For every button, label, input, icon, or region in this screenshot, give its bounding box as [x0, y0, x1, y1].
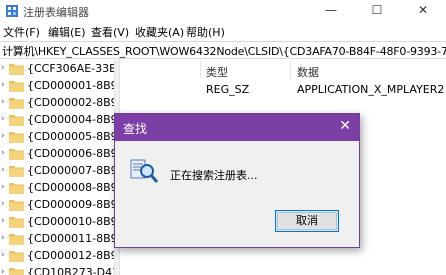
- tree-item-label: {CD000002-8B9: [27, 96, 114, 109]
- folder-icon: [9, 234, 24, 245]
- value-type-cell[interactable]: REG_SZ: [206, 83, 249, 96]
- column-header-data[interactable]: 数据: [297, 64, 319, 80]
- tree-item-label: {CD000011-8B9: [27, 232, 114, 245]
- menu-help[interactable]: 帮助(H): [186, 24, 225, 40]
- tree-item-label: {CD000006-8B9: [27, 147, 114, 160]
- menu-view[interactable]: 查看(V): [91, 24, 129, 40]
- column-header-type[interactable]: 类型: [206, 64, 228, 80]
- minimize-button[interactable]: —: [308, 0, 354, 22]
- folder-icon: [9, 251, 24, 262]
- folder-icon: [9, 217, 24, 228]
- dialog-title: 查找: [123, 122, 148, 136]
- tree-item[interactable]: › {CD000012-8B9: [0, 247, 114, 265]
- expand-arrow-icon[interactable]: ›: [1, 199, 5, 209]
- folder-icon: [9, 149, 24, 160]
- folder-icon: [9, 64, 24, 75]
- tree-item[interactable]: › {CD000005-8B9: [0, 128, 114, 146]
- tree-item-label: {CD000012-8B9: [27, 249, 114, 262]
- find-dialog: 查找 ✕ 正在搜索注册表... 取消: [114, 113, 360, 248]
- value-data-cell[interactable]: APPLICATION_X_MPLAYER2 M: [297, 83, 446, 96]
- menu-file[interactable]: 文件(F): [3, 24, 40, 40]
- tree-item-label: {CD10B273-D43: [27, 266, 114, 275]
- tree-item[interactable]: › {CCF306AE-33BI: [0, 60, 114, 78]
- tree-item-label: {CD000007-8B9: [27, 164, 114, 177]
- maximize-button[interactable]: ☐: [354, 0, 400, 22]
- tree-item[interactable]: › {CD000010-8B9: [0, 213, 114, 231]
- cancel-button[interactable]: 取消: [275, 210, 339, 232]
- expand-arrow-icon[interactable]: ›: [1, 233, 5, 243]
- key-tree[interactable]: › {CCF306AE-33BI › {CD000001-8B9 › {CD00…: [0, 60, 114, 275]
- tree-item[interactable]: › {CD000008-8B9: [0, 179, 114, 197]
- tree-item[interactable]: › {CD000001-8B9: [0, 77, 114, 95]
- dialog-message: 正在搜索注册表...: [170, 169, 258, 182]
- tree-item[interactable]: › {CD000011-8B9: [0, 230, 114, 248]
- expand-arrow-icon[interactable]: ›: [1, 165, 5, 175]
- regedit-app-icon: [6, 5, 18, 17]
- window-title: 注册表编辑器: [23, 6, 89, 19]
- folder-icon: [9, 98, 24, 109]
- expand-arrow-icon[interactable]: ›: [1, 131, 5, 141]
- expand-arrow-icon[interactable]: ›: [1, 250, 5, 260]
- expand-arrow-icon[interactable]: ›: [1, 63, 5, 73]
- folder-icon: [9, 200, 24, 211]
- expand-arrow-icon[interactable]: ›: [1, 80, 5, 90]
- expand-arrow-icon[interactable]: ›: [1, 182, 5, 192]
- address-bar[interactable]: 计算机\HKEY_CLASSES_ROOT\WOW6432Node\CLSID\…: [0, 41, 446, 59]
- search-registry-icon: [130, 159, 159, 183]
- tree-item-label: {CD000004-8B9: [27, 113, 114, 126]
- tree-item-label: {CD000009-8B9: [27, 198, 114, 211]
- address-path[interactable]: 计算机\HKEY_CLASSES_ROOT\WOW6432Node\CLSID\…: [2, 43, 446, 58]
- tree-item[interactable]: › {CD000002-8B9: [0, 94, 114, 112]
- tree-item-label: {CD000008-8B9: [27, 181, 114, 194]
- expand-arrow-icon[interactable]: ›: [1, 216, 5, 226]
- expand-arrow-icon[interactable]: ›: [1, 97, 5, 107]
- tree-item[interactable]: › {CD000004-8B9: [0, 111, 114, 129]
- expand-arrow-icon[interactable]: ›: [1, 114, 5, 124]
- tree-item-label: {CD000005-8B9: [27, 130, 114, 143]
- menu-favorites[interactable]: 收藏夹(A): [135, 24, 184, 40]
- dialog-close-icon[interactable]: ✕: [339, 118, 351, 134]
- folder-icon: [9, 166, 24, 177]
- folder-icon: [9, 115, 24, 126]
- folder-icon: [9, 132, 24, 143]
- folder-icon: [9, 268, 24, 275]
- tree-item-label: {CD000001-8B9: [27, 79, 114, 92]
- expand-arrow-icon[interactable]: ›: [1, 267, 5, 275]
- folder-icon: [9, 183, 24, 194]
- tree-item[interactable]: › {CD000006-8B9: [0, 145, 114, 163]
- menu-bar: 文件(F) 编辑(E) 查看(V) 收藏夹(A) 帮助(H): [0, 22, 446, 40]
- tree-item[interactable]: › {CD000007-8B9: [0, 162, 114, 180]
- column-separator[interactable]: [290, 60, 291, 78]
- window-titlebar: 注册表编辑器 — ☐ ✕: [0, 0, 446, 22]
- expand-arrow-icon[interactable]: ›: [1, 148, 5, 158]
- dialog-titlebar: 查找 ✕: [115, 114, 359, 141]
- column-separator[interactable]: [200, 60, 201, 78]
- close-button[interactable]: ✕: [400, 0, 446, 22]
- tree-item[interactable]: › {CD000009-8B9: [0, 196, 114, 214]
- tree-item-label: {CD000010-8B9: [27, 215, 114, 228]
- tree-item-label: {CCF306AE-33BI: [27, 62, 114, 75]
- menu-edit[interactable]: 编辑(E): [48, 24, 86, 40]
- tree-item[interactable]: › {CD10B273-D43: [0, 264, 114, 275]
- folder-icon: [9, 81, 24, 92]
